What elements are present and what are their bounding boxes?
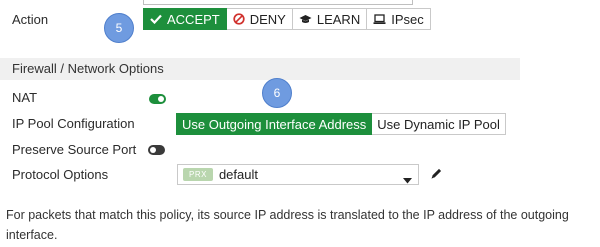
learn-label: LEARN <box>316 11 361 27</box>
graduation-cap-icon <box>299 14 312 25</box>
use-outgoing-interface-address-label: Use Outgoing Interface Address <box>182 116 367 132</box>
protocol-options-label: Protocol Options <box>12 167 109 182</box>
ip-pool-selector: Use Outgoing Interface Address Use Dynam… <box>176 113 506 135</box>
ip-pool-configuration-label: IP Pool Configuration <box>12 116 135 131</box>
callout-5: 5 <box>104 13 134 43</box>
protocol-options-value: default <box>218 167 258 182</box>
description-note: For packets that match this policy, its … <box>6 208 569 242</box>
use-dynamic-ip-pool-label: Use Dynamic IP Pool <box>377 116 500 132</box>
nat-toggle[interactable] <box>149 94 166 104</box>
caret-down-icon <box>403 171 412 189</box>
use-outgoing-interface-address-button[interactable]: Use Outgoing Interface Address <box>176 113 373 135</box>
learn-button[interactable]: LEARN <box>292 8 368 30</box>
callout-6: 6 <box>262 78 292 108</box>
ipsec-label: IPsec <box>391 11 424 27</box>
use-dynamic-ip-pool-button[interactable]: Use Dynamic IP Pool <box>372 113 506 135</box>
nat-label: NAT <box>12 90 38 105</box>
ipsec-button[interactable]: IPsec <box>367 8 431 30</box>
laptop-icon <box>373 13 386 25</box>
protocol-options-select[interactable]: PRX default <box>177 164 419 185</box>
accept-label: ACCEPT <box>167 11 220 27</box>
accept-button[interactable]: ACCEPT <box>143 8 227 30</box>
deny-icon <box>233 13 245 25</box>
previous-field-box <box>143 0 413 5</box>
prx-badge: PRX <box>183 168 213 181</box>
firewall-network-options-header: Firewall / Network Options <box>0 58 520 80</box>
action-selector: ACCEPT DENY LEARN IPsec <box>143 8 431 30</box>
preserve-source-port-toggle[interactable] <box>148 145 165 155</box>
action-label: Action <box>12 12 49 27</box>
section-title: Firewall / Network Options <box>12 61 164 76</box>
check-icon <box>150 14 162 24</box>
deny-button[interactable]: DENY <box>226 8 293 30</box>
deny-label: DENY <box>249 11 286 27</box>
preserve-source-port-label: Preserve Source Port <box>12 142 137 157</box>
pencil-icon[interactable] <box>430 167 443 185</box>
